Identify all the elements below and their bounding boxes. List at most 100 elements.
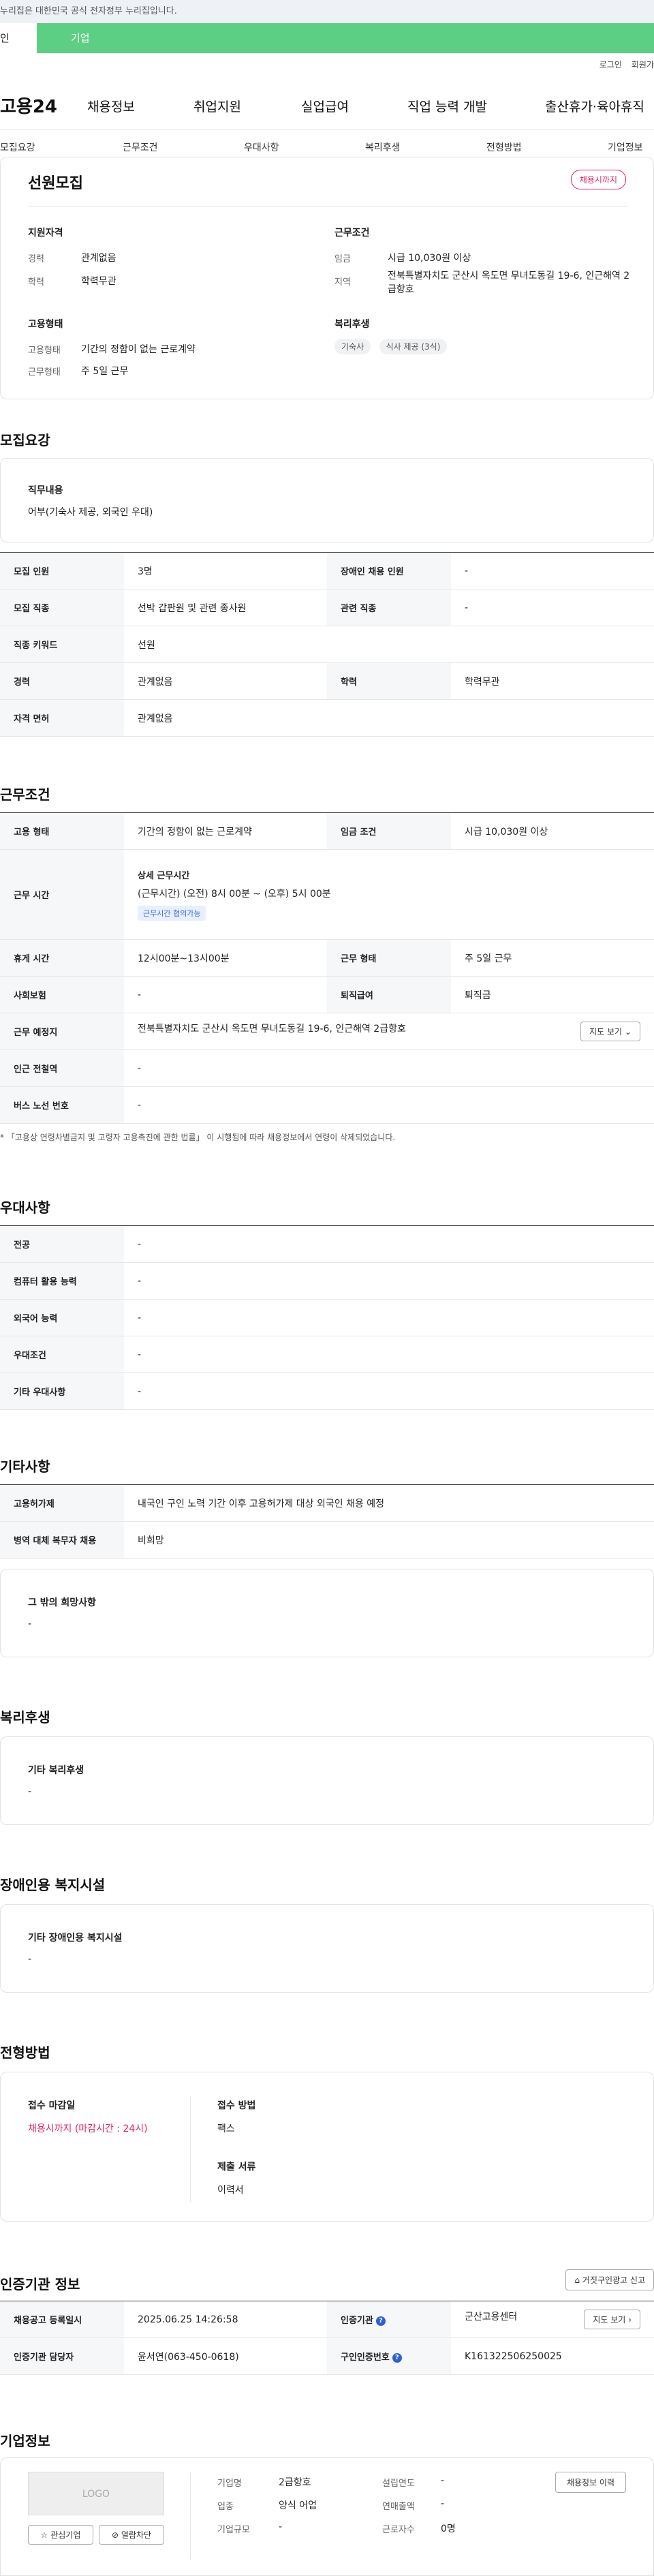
welfare-chip: 식사 제공 (3식) [379,339,448,354]
tab-company[interactable]: 기업 [71,23,90,53]
table-header-cell: 인근 전철역 [0,1049,124,1087]
company-logo-placeholder: LOGO [28,2472,164,2515]
table-cell: - [124,1262,654,1300]
job-title: 선원모집 [28,175,83,192]
table-header-cell: 자격 면허 [0,699,124,737]
table-row: 버스 노선 번호 - [0,1086,654,1124]
chevron-right-icon: › [628,2315,632,2325]
table-cell: 윤서연(063-450-0618) [124,2337,327,2375]
nav-jobs[interactable]: 채용정보 [87,97,135,115]
tab-welfare[interactable]: 복리후생 [365,140,401,154]
table-header-cell: 근무 형태 [327,939,451,977]
table-cell: 3명 [124,552,327,589]
table-cell: 시급 10,030원 이상 [451,812,654,850]
tab-recruit[interactable]: 모집요강 [0,140,35,154]
report-false-ad-button[interactable]: ⌂ 거짓구인광고 신고 [565,2269,654,2290]
deadline-badge: 채용시까지 [570,170,626,189]
table-header-cell: 고용 형태 [0,812,124,850]
star-icon: ☆ [40,2530,48,2540]
job-history-button[interactable]: 채용정보 이력 [555,2472,626,2493]
tab-selection[interactable]: 전형방법 [486,140,522,154]
tab-conditions[interactable]: 근무조건 [123,140,158,154]
industry-value: 양식 어업 [279,2500,317,2511]
table-row: 인증기관 담당자 윤서연(063-450-0618) 구인인증번호? K1613… [0,2337,654,2375]
qualification-title: 지원자격 [28,228,63,239]
table-row: 컴퓨터 활용 능력 - [0,1262,654,1300]
table-header-cell: 컴퓨터 활용 능력 [0,1262,124,1300]
table-cell: 학력무관 [451,662,654,700]
table-cell: K161322506250025 [451,2337,654,2375]
table-header-cell: 전공 [0,1225,124,1263]
table-cell: 2025.06.25 14:26:58 [124,2301,327,2338]
table-row: 모집 직종 선박 갑판원 및 관련 종사원 관련 직종 - [0,589,654,626]
company-size-label: 기업규모 [217,2525,250,2535]
conditions-table: 고용 형태 기간의 정함이 없는 근로계약 임금 조건 시급 10,030원 이… [0,812,654,1124]
table-row: 근무 예정지 전북특별자치도 군산시 옥도면 무녀도동길 19-6, 인근해역 … [0,1013,654,1050]
table-cell: 주 5일 근무 [451,939,654,977]
welfare-card: 기타 복리후생 - [0,1736,654,1825]
cert-map-button[interactable]: 지도 보기 › [584,2310,640,2329]
table-row: 직종 키워드 선원 [0,626,654,663]
career-label: 경력 [28,254,44,264]
section-preferences-title: 우대사항 [0,1199,50,1216]
table-row: 사회보험 - 퇴직급여 퇴직금 [0,976,654,1013]
other-wishes-value: - [28,1619,32,1629]
table-header-cell: 관련 직종 [327,589,451,626]
emptype-label: 고용형태 [28,346,61,356]
join-link[interactable]: 회원가 [632,60,654,70]
info-icon[interactable]: ? [375,2316,386,2326]
table-header-cell: 퇴직급여 [327,976,451,1013]
age-notice: * 「고용상 연령차별금지 및 고령자 고용촉진에 관한 법률」 이 시행됨에 … [0,1133,396,1142]
nav-skill-development[interactable]: 직업 능력 개발 [407,97,487,115]
table-row: 근무 시간 상세 근무시간 (근무시간) (오전) 8시 00분 ~ (오후) … [0,849,654,940]
nav-employment-support[interactable]: 취업지원 [193,97,241,115]
method-value: 팩스 [217,2123,235,2134]
table-cell: - [124,1086,654,1124]
table-header-cell: 근무 예정지 [0,1013,124,1050]
welfare-other-value: - [28,1786,32,1797]
work-place-value: 전북특별자치도 군산시 옥도면 무녀도동길 19-6, 인근해역 2급항호 [138,1024,406,1034]
table-header-cell: 채용공고 등록일시 [0,2301,124,2338]
other-wishes-card: 그 밖의 희망사항 - [0,1569,654,1657]
table-header-cell: 사회보험 [0,976,124,1013]
table-header-cell: 근무 시간 [0,849,124,940]
tab-person[interactable]: 인 [0,23,37,53]
table-header-cell: 임금 조건 [327,812,451,850]
table-cell: 내국인 구인 노력 기간 이후 고용허가제 대상 외국인 채용 예정 [124,1484,654,1522]
divider [190,2096,191,2202]
company-name-label: 기업명 [217,2479,242,2489]
duty-title: 직무내용 [28,485,63,496]
favorite-company-button[interactable]: ☆ 관심기업 [28,2525,93,2545]
disabled-title: 기타 장애인용 복지시설 [28,1933,123,1944]
table-cell: 비희망 [124,1521,654,1559]
table-row: 고용 형태 기간의 정함이 없는 근로계약 임금 조건 시급 10,030원 이… [0,812,654,850]
divider [28,206,627,207]
user-type-bar: 인 기업 [0,23,654,53]
table-cell: - [124,1299,654,1336]
favorite-label: 관심기업 [50,2530,81,2540]
workform-label: 근무형태 [28,367,61,378]
tab-preferences[interactable]: 우대사항 [244,140,279,154]
table-cell: 상세 근무시간 (근무시간) (오전) 8시 00분 ~ (오후) 5시 00분… [124,849,654,940]
table-row: 휴게 시간 12시00분~13시00분 근무 형태 주 5일 근무 [0,939,654,977]
table-header-cell: 인증기관? [327,2301,451,2338]
table-header-cell: 학력 [327,662,451,700]
block-view-button[interactable]: ⊘ 열람차단 [99,2525,164,2545]
wage-label: 임금 [334,254,351,264]
table-header-cell: 경력 [0,662,124,700]
table-cell: 선박 갑판원 및 관련 종사원 [124,589,327,626]
map-view-button[interactable]: 지도 보기 ⌄ [580,1022,640,1041]
table-header-cell: 구인인증번호? [327,2337,451,2375]
site-logo[interactable]: 고용24 [0,93,57,118]
duty-value: 어부(기숙사 제공, 외국인 우대) [28,507,153,518]
login-link[interactable]: 로그인 [600,60,622,70]
table-header-cell: 고용허가제 [0,1484,124,1522]
chevron-down-icon: ⌄ [624,1027,632,1037]
nav-unemployment-benefit[interactable]: 실업급여 [301,97,349,115]
block-icon: ⊘ [111,2530,119,2540]
disabled-value: - [28,1954,32,1965]
nav-parental-leave[interactable]: 출산휴가·육아휴직 [545,97,644,115]
info-icon[interactable]: ? [392,2352,402,2363]
tab-company[interactable]: 기업정보 [608,140,643,154]
education-value: 학력무관 [81,276,116,287]
